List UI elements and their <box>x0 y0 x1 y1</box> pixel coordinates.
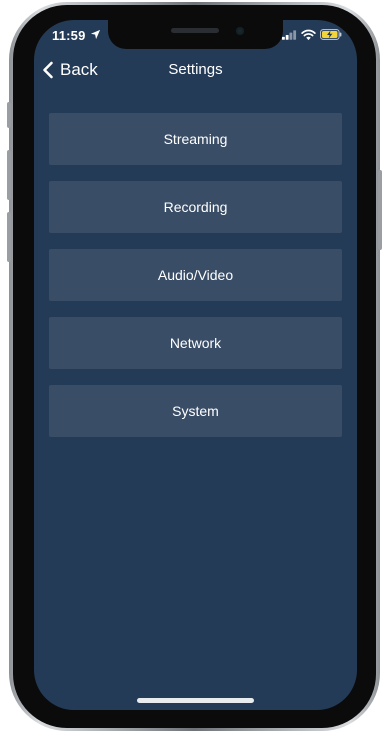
menu-item-label: Network <box>169 335 222 351</box>
menu-item-streaming[interactable]: Streaming <box>49 113 342 165</box>
location-arrow-icon <box>90 29 101 40</box>
menu-item-audio-video[interactable]: Audio/Video <box>49 249 342 301</box>
back-button[interactable]: Back <box>42 58 98 82</box>
front-camera <box>236 27 244 35</box>
back-button-label: Back <box>60 60 98 79</box>
menu-item-label: Streaming <box>163 131 228 147</box>
menu-item-label: Audio/Video <box>157 267 234 283</box>
mute-switch <box>7 102 11 128</box>
menu-item-label: Recording <box>163 199 228 215</box>
status-time: 11:59 <box>52 28 86 43</box>
earpiece-speaker <box>171 28 219 33</box>
home-indicator[interactable] <box>137 698 254 703</box>
cellular-signal-icon <box>282 30 297 40</box>
chevron-left-icon <box>43 61 53 79</box>
volume-up-button <box>7 150 11 200</box>
settings-menu-list: Streaming Recording Audio/Video Network … <box>49 113 342 453</box>
menu-item-system[interactable]: System <box>49 385 342 437</box>
menu-item-network[interactable]: Network <box>49 317 342 369</box>
navigation-bar: Back Settings <box>34 56 357 84</box>
menu-item-recording[interactable]: Recording <box>49 181 342 233</box>
device-notch <box>108 20 283 49</box>
menu-item-label: System <box>172 403 219 419</box>
battery-charging-icon <box>320 29 342 40</box>
app-screen: 11:59 Back Settings Streaming Recording … <box>34 20 357 710</box>
volume-down-button <box>7 212 11 262</box>
power-button <box>378 170 382 250</box>
wifi-icon <box>301 29 316 41</box>
